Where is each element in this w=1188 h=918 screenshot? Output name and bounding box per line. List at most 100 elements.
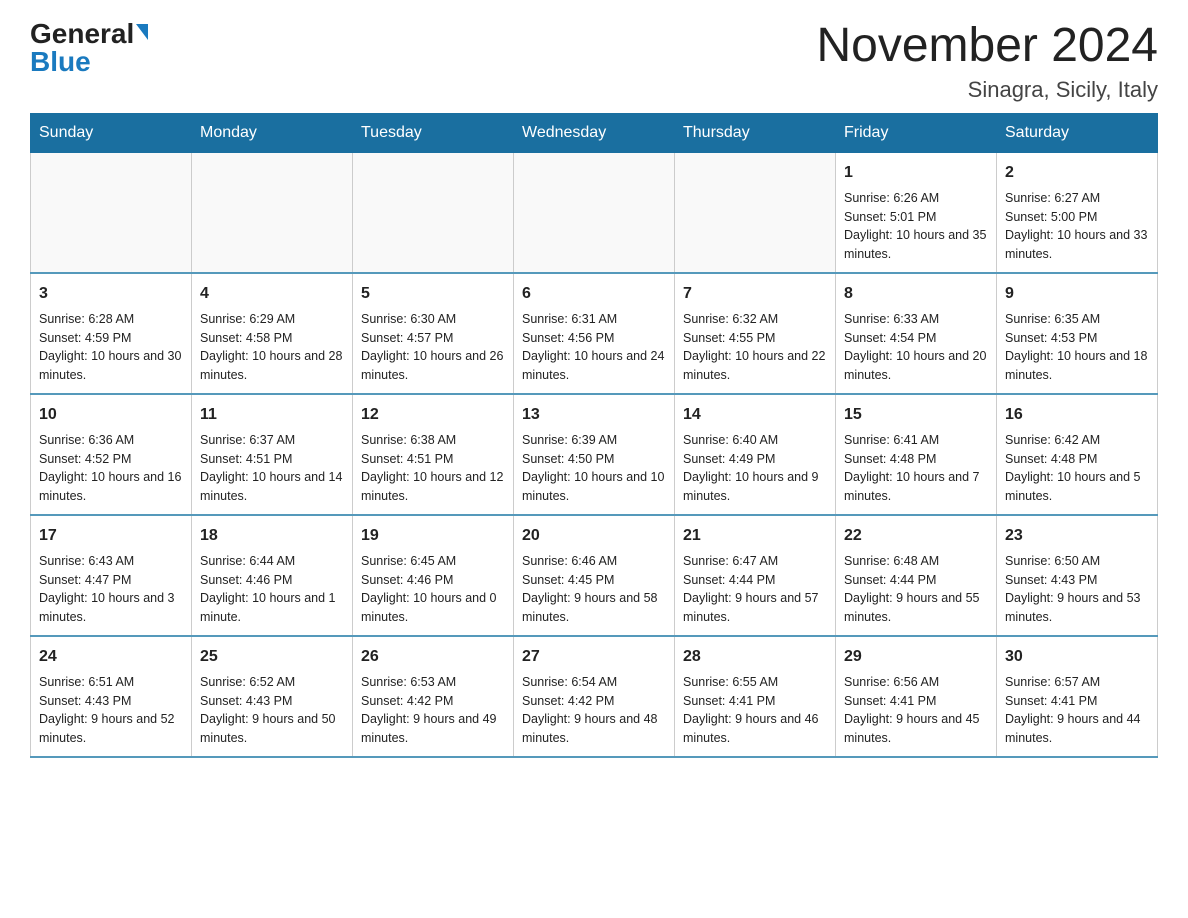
day-number: 23 [1005,524,1149,548]
day-number: 1 [844,161,988,185]
day-number: 14 [683,403,827,427]
day-number: 2 [1005,161,1149,185]
table-row: 19 Sunrise: 6:45 AMSunset: 4:46 PMDayligh… [353,515,514,636]
day-number: 28 [683,645,827,669]
table-row: 22Sunrise: 6:48 AMSunset: 4:44 PMDayligh… [836,515,997,636]
table-row: 27 Sunrise: 6:54 AMSunset: 4:42 PMDayligh… [514,636,675,757]
day-info: Sunrise: 6:52 AMSunset: 4:43 PMDaylight:… [200,673,344,748]
table-row [31,152,192,273]
table-row [514,152,675,273]
logo: General Blue [30,20,148,76]
day-number: 6 [522,282,666,306]
day-number: 18 [200,524,344,548]
day-number: 24 [39,645,183,669]
table-row [675,152,836,273]
calendar-week-row: 1 Sunrise: 6:26 AMSunset: 5:01 PMDaylight… [31,152,1158,273]
day-info: Sunrise: 6:29 AMSunset: 4:58 PMDaylight:… [200,310,344,385]
day-info: Sunrise: 6:56 AMSunset: 4:41 PMDaylight:… [844,673,988,748]
day-number: 13 [522,403,666,427]
table-row: 10 Sunrise: 6:36 AMSunset: 4:52 PMDayligh… [31,394,192,515]
table-row: 3 Sunrise: 6:28 AMSunset: 4:59 PMDaylight… [31,273,192,394]
calendar-week-row: 17 Sunrise: 6:43 AMSunset: 4:47 PMDayligh… [31,515,1158,636]
day-info: Sunrise: 6:27 AMSunset: 5:00 PMDaylight:… [1005,189,1149,264]
day-info: Sunrise: 6:55 AMSunset: 4:41 PMDaylight:… [683,673,827,748]
day-info: Sunrise: 6:53 AMSunset: 4:42 PMDaylight:… [361,673,505,748]
table-row: 30Sunrise: 6:57 AMSunset: 4:41 PMDayligh… [997,636,1158,757]
table-row: 13 Sunrise: 6:39 AMSunset: 4:50 PMDayligh… [514,394,675,515]
calendar-week-row: 10 Sunrise: 6:36 AMSunset: 4:52 PMDayligh… [31,394,1158,515]
day-info: Sunrise: 6:30 AMSunset: 4:57 PMDaylight:… [361,310,505,385]
table-row [192,152,353,273]
day-info: Sunrise: 6:40 AMSunset: 4:49 PMDaylight:… [683,431,827,506]
col-thursday: Thursday [675,113,836,152]
day-number: 27 [522,645,666,669]
day-number: 19 [361,524,505,548]
day-info: Sunrise: 6:33 AMSunset: 4:54 PMDaylight:… [844,310,988,385]
title-section: November 2024 Sinagra, Sicily, Italy [816,20,1158,103]
table-row: 20Sunrise: 6:46 AMSunset: 4:45 PMDayligh… [514,515,675,636]
day-info: Sunrise: 6:31 AMSunset: 4:56 PMDaylight:… [522,310,666,385]
day-info: Sunrise: 6:38 AMSunset: 4:51 PMDaylight:… [361,431,505,506]
table-row [353,152,514,273]
day-info: Sunrise: 6:46 AMSunset: 4:45 PMDaylight:… [522,552,666,627]
day-info: Sunrise: 6:48 AMSunset: 4:44 PMDaylight:… [844,552,988,627]
day-info: Sunrise: 6:35 AMSunset: 4:53 PMDaylight:… [1005,310,1149,385]
table-row: 1 Sunrise: 6:26 AMSunset: 5:01 PMDaylight… [836,152,997,273]
col-friday: Friday [836,113,997,152]
day-number: 25 [200,645,344,669]
day-number: 5 [361,282,505,306]
table-row: 18 Sunrise: 6:44 AMSunset: 4:46 PMDayligh… [192,515,353,636]
table-row: 28 Sunrise: 6:55 AMSunset: 4:41 PMDayligh… [675,636,836,757]
table-row: 2 Sunrise: 6:27 AMSunset: 5:00 PMDaylight… [997,152,1158,273]
table-row: 8 Sunrise: 6:33 AMSunset: 4:54 PMDaylight… [836,273,997,394]
day-number: 3 [39,282,183,306]
calendar-subtitle: Sinagra, Sicily, Italy [816,77,1158,103]
table-row: 26 Sunrise: 6:53 AMSunset: 4:42 PMDayligh… [353,636,514,757]
table-row: 25 Sunrise: 6:52 AMSunset: 4:43 PMDayligh… [192,636,353,757]
day-number: 30 [1005,645,1149,669]
table-row: 15 Sunrise: 6:41 AMSunset: 4:48 PMDayligh… [836,394,997,515]
day-info: Sunrise: 6:37 AMSunset: 4:51 PMDaylight:… [200,431,344,506]
day-info: Sunrise: 6:43 AMSunset: 4:47 PMDaylight:… [39,552,183,627]
day-number: 10 [39,403,183,427]
day-info: Sunrise: 6:39 AMSunset: 4:50 PMDaylight:… [522,431,666,506]
day-number: 15 [844,403,988,427]
day-info: Sunrise: 6:47 AMSunset: 4:44 PMDaylight:… [683,552,827,627]
logo-arrow-icon [136,24,148,40]
table-row: 29Sunrise: 6:56 AMSunset: 4:41 PMDayligh… [836,636,997,757]
calendar-header-row: Sunday Monday Tuesday Wednesday Thursday… [31,113,1158,152]
day-info: Sunrise: 6:41 AMSunset: 4:48 PMDaylight:… [844,431,988,506]
day-info: Sunrise: 6:28 AMSunset: 4:59 PMDaylight:… [39,310,183,385]
calendar-week-row: 24Sunrise: 6:51 AMSunset: 4:43 PMDayligh… [31,636,1158,757]
day-number: 9 [1005,282,1149,306]
table-row: 24Sunrise: 6:51 AMSunset: 4:43 PMDayligh… [31,636,192,757]
day-number: 21 [683,524,827,548]
col-wednesday: Wednesday [514,113,675,152]
calendar-week-row: 3 Sunrise: 6:28 AMSunset: 4:59 PMDaylight… [31,273,1158,394]
day-info: Sunrise: 6:44 AMSunset: 4:46 PMDaylight:… [200,552,344,627]
logo-general-text: General [30,20,134,48]
col-tuesday: Tuesday [353,113,514,152]
table-row: 17 Sunrise: 6:43 AMSunset: 4:47 PMDayligh… [31,515,192,636]
calendar-table: Sunday Monday Tuesday Wednesday Thursday… [30,113,1158,758]
day-number: 17 [39,524,183,548]
day-info: Sunrise: 6:42 AMSunset: 4:48 PMDaylight:… [1005,431,1149,506]
day-number: 8 [844,282,988,306]
page-header: General Blue November 2024 Sinagra, Sici… [30,20,1158,103]
day-info: Sunrise: 6:54 AMSunset: 4:42 PMDaylight:… [522,673,666,748]
day-info: Sunrise: 6:36 AMSunset: 4:52 PMDaylight:… [39,431,183,506]
day-info: Sunrise: 6:32 AMSunset: 4:55 PMDaylight:… [683,310,827,385]
table-row: 6 Sunrise: 6:31 AMSunset: 4:56 PMDaylight… [514,273,675,394]
calendar-title: November 2024 [816,20,1158,73]
table-row: 12 Sunrise: 6:38 AMSunset: 4:51 PMDayligh… [353,394,514,515]
day-number: 26 [361,645,505,669]
day-number: 7 [683,282,827,306]
day-number: 11 [200,403,344,427]
day-info: Sunrise: 6:26 AMSunset: 5:01 PMDaylight:… [844,189,988,264]
day-number: 12 [361,403,505,427]
day-info: Sunrise: 6:45 AMSunset: 4:46 PMDaylight:… [361,552,505,627]
col-monday: Monday [192,113,353,152]
day-number: 16 [1005,403,1149,427]
table-row: 21 Sunrise: 6:47 AMSunset: 4:44 PMDayligh… [675,515,836,636]
table-row: 14 Sunrise: 6:40 AMSunset: 4:49 PMDayligh… [675,394,836,515]
